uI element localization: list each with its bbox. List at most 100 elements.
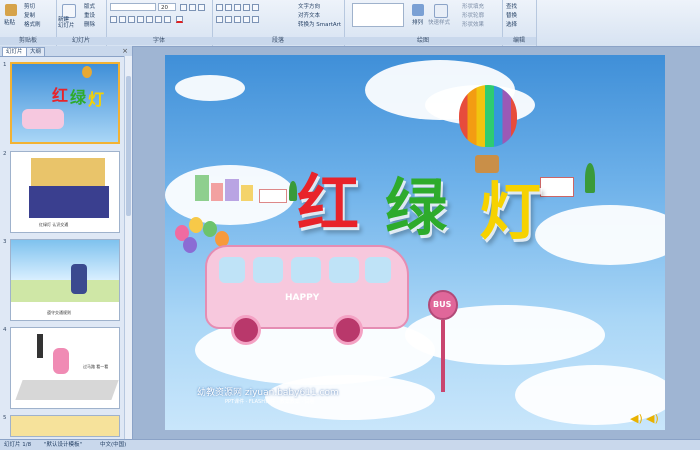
tree xyxy=(585,163,595,193)
strikethrough-icon[interactable] xyxy=(137,16,144,23)
house xyxy=(540,177,574,197)
cut-button[interactable]: 剪切 xyxy=(24,2,35,10)
site-watermark: 幼教资源网 ziyuan.baby611.com xyxy=(197,388,339,398)
thumbnail-grass xyxy=(11,280,119,302)
clear-format-icon[interactable] xyxy=(198,4,205,11)
thumbnail-caption: 遵守交通规则 xyxy=(47,310,71,315)
shrink-font-icon[interactable] xyxy=(189,4,196,11)
close-icon[interactable]: × xyxy=(122,47,128,55)
hot-air-balloon xyxy=(459,85,517,147)
underline-icon[interactable] xyxy=(128,16,135,23)
delete-button[interactable]: 删除 xyxy=(84,20,95,28)
quick-styles-button[interactable]: 快速样式 xyxy=(428,18,450,26)
shape-outline-button[interactable]: 形状轮廓 xyxy=(462,11,484,19)
shape-effects-button[interactable]: 形状效果 xyxy=(462,20,484,28)
thumbnail-child xyxy=(53,348,69,374)
bullets-icon[interactable] xyxy=(216,4,223,11)
font-size-combo[interactable]: 20 xyxy=(158,3,176,11)
slide-canvas[interactable]: 红 绿 灯 HAPPY BUS 幼教资源网 ziyuan.baby611.com… xyxy=(165,55,665,430)
change-case-icon[interactable] xyxy=(164,16,171,23)
shape-fill-button[interactable]: 形状填充 xyxy=(462,2,484,10)
format-painter-button[interactable]: 格式刷 xyxy=(24,20,41,28)
quick-styles-icon[interactable] xyxy=(434,4,448,18)
thumbnail-number: 1 xyxy=(3,62,7,68)
columns-icon[interactable] xyxy=(252,16,259,23)
char-spacing-icon[interactable] xyxy=(155,16,162,23)
drawing-label: 绘图 xyxy=(344,37,502,45)
bus-window xyxy=(365,257,391,283)
numbering-icon[interactable] xyxy=(225,4,232,11)
increase-indent-icon[interactable] xyxy=(243,4,250,11)
shadow-icon[interactable] xyxy=(146,16,153,23)
new-slide-button[interactable]: 新建 幻灯片 xyxy=(58,17,75,29)
panel-scrollbar[interactable] xyxy=(124,56,132,439)
font-name-combo[interactable] xyxy=(110,3,156,11)
bus-stop-pole xyxy=(441,320,445,392)
arrange-button[interactable]: 排列 xyxy=(412,18,423,26)
tab-slides[interactable]: 幻灯片 xyxy=(2,47,27,56)
bus-label: HAPPY xyxy=(285,293,320,303)
thumbnail-number: 3 xyxy=(3,239,7,245)
line-spacing-icon[interactable] xyxy=(252,4,259,11)
text-direction-button[interactable]: 文字方向 xyxy=(298,2,320,10)
justify-icon[interactable] xyxy=(243,16,250,23)
reset-button[interactable]: 重设 xyxy=(84,11,95,19)
slide-thumbnail[interactable] xyxy=(10,415,120,437)
paragraph-label: 段落 xyxy=(212,37,344,45)
thumbnail-balloon xyxy=(82,66,92,78)
decrease-indent-icon[interactable] xyxy=(234,4,241,11)
tab-outline[interactable]: 大纲 xyxy=(26,47,46,56)
thumbnail-title-red: 红 xyxy=(52,86,69,105)
copy-button[interactable]: 复制 xyxy=(24,11,35,19)
bold-icon[interactable] xyxy=(110,16,117,23)
building xyxy=(225,179,239,201)
find-button[interactable]: 查找 xyxy=(506,2,517,10)
slide-thumbnail[interactable]: 红绿灯 认识交通 xyxy=(10,151,120,233)
slide-thumbnail[interactable]: 红 绿 灯 xyxy=(10,62,120,144)
select-button[interactable]: 选择 xyxy=(506,20,517,28)
balloon xyxy=(183,237,197,253)
house xyxy=(259,189,287,203)
layout-button[interactable]: 版式 xyxy=(84,2,95,10)
slide-thumbnail[interactable]: 遵守交通规则 xyxy=(10,239,120,321)
paste-button[interactable]: 粘贴 xyxy=(4,18,15,26)
ribbon: 粘贴 剪切 复制 格式刷 剪贴板 新建 幻灯片 版式 重设 删除 幻灯片 20 … xyxy=(0,0,700,47)
thumbnail-number: 5 xyxy=(3,415,7,421)
font-color-icon[interactable] xyxy=(176,16,183,23)
bus-wheel xyxy=(231,315,261,345)
shapes-gallery[interactable] xyxy=(352,3,404,27)
thumbnail-caption: 过马路 看一看 xyxy=(83,364,109,369)
thumbnail-crosswalk xyxy=(15,380,119,400)
slides-label: 幻灯片 xyxy=(56,37,106,45)
thumbnail-title-green: 绿 xyxy=(70,88,87,107)
site-subtitle: PPT课件 · FLASH课件 · 教案教案 · 试卷 xyxy=(225,399,315,405)
paste-icon[interactable] xyxy=(5,4,17,16)
replace-button[interactable]: 替换 xyxy=(506,11,517,19)
city-illustration xyxy=(185,175,305,203)
slides-panel: 幻灯片 大纲 × 1 红 绿 灯 2 红绿灯 认识交通 3 遵守交通规则 4 过… xyxy=(0,46,133,439)
thumbnail-sky xyxy=(11,240,119,280)
align-text-button[interactable]: 对齐文本 xyxy=(298,11,320,19)
slide-thumbnail[interactable]: 过马路 看一看 xyxy=(10,327,120,409)
arrange-icon[interactable] xyxy=(412,4,424,16)
grow-font-icon[interactable] xyxy=(180,4,187,11)
align-center-icon[interactable] xyxy=(225,16,232,23)
speaker-icon[interactable]: ◀) xyxy=(630,412,643,425)
speaker-icon[interactable]: ◀) xyxy=(646,412,659,425)
thumbnail-building xyxy=(31,158,105,186)
align-right-icon[interactable] xyxy=(234,16,241,23)
panel-tabs: 幻灯片 大纲 × xyxy=(0,46,132,57)
thumbnail-bus xyxy=(22,109,64,129)
editing-label: 编辑 xyxy=(502,37,536,45)
scrollbar-thumb[interactable] xyxy=(126,76,131,216)
balloon-basket xyxy=(475,155,499,173)
new-slide-icon[interactable] xyxy=(62,4,76,18)
title-char-yellow: 灯 xyxy=(479,175,542,248)
align-left-icon[interactable] xyxy=(216,16,223,23)
italic-icon[interactable] xyxy=(119,16,126,23)
clipboard-label: 剪贴板 xyxy=(0,37,56,45)
thumbnail-number: 2 xyxy=(3,151,7,157)
bus-window xyxy=(329,257,359,283)
convert-smartart-button[interactable]: 转换为 SmartArt xyxy=(298,20,341,28)
font-label: 字体 xyxy=(106,37,212,45)
